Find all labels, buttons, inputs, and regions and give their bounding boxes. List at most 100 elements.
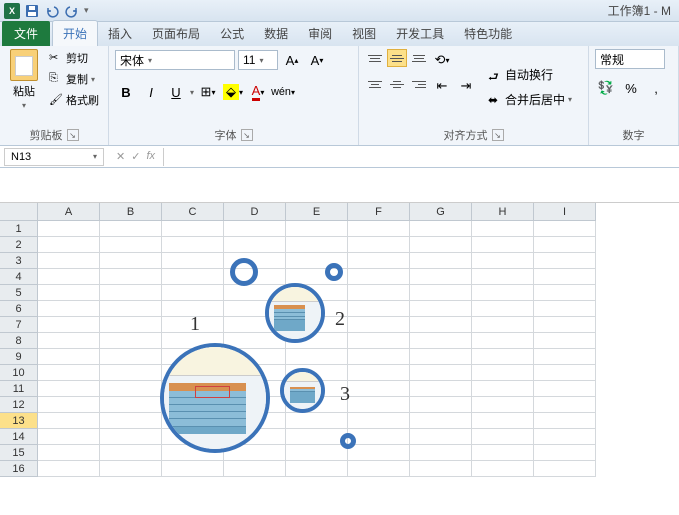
cell[interactable] xyxy=(100,285,162,301)
cell[interactable] xyxy=(162,269,224,285)
formula-input[interactable] xyxy=(163,148,679,166)
cell[interactable] xyxy=(38,221,100,237)
col-header[interactable]: I xyxy=(534,203,596,221)
tab-developer[interactable]: 开发工具 xyxy=(386,21,454,46)
cell[interactable] xyxy=(534,381,596,397)
cell[interactable] xyxy=(162,461,224,477)
increase-indent-button[interactable]: ⇥ xyxy=(455,75,477,97)
cell[interactable] xyxy=(286,461,348,477)
undo-icon[interactable] xyxy=(44,3,60,19)
cell[interactable] xyxy=(100,381,162,397)
cell[interactable] xyxy=(534,253,596,269)
font-color-button[interactable]: A▾ xyxy=(247,81,269,103)
spreadsheet-grid[interactable]: A B C D E F G H I 1234567891011121314151… xyxy=(0,203,679,477)
cell[interactable] xyxy=(162,445,224,461)
align-bottom-button[interactable] xyxy=(409,49,429,67)
cell[interactable] xyxy=(38,317,100,333)
tab-home[interactable]: 开始 xyxy=(52,20,98,46)
cell[interactable] xyxy=(286,413,348,429)
cell[interactable] xyxy=(410,413,472,429)
cell[interactable] xyxy=(100,221,162,237)
cell[interactable] xyxy=(410,221,472,237)
cell[interactable] xyxy=(348,461,410,477)
row-header[interactable]: 12 xyxy=(0,397,38,413)
cell[interactable] xyxy=(100,301,162,317)
tab-review[interactable]: 审阅 xyxy=(298,21,342,46)
cell[interactable] xyxy=(162,285,224,301)
col-header[interactable]: A xyxy=(38,203,100,221)
cell[interactable] xyxy=(100,237,162,253)
row-header[interactable]: 1 xyxy=(0,221,38,237)
cell[interactable] xyxy=(38,269,100,285)
cell[interactable] xyxy=(224,221,286,237)
cell[interactable] xyxy=(410,253,472,269)
cell[interactable] xyxy=(286,445,348,461)
cell[interactable] xyxy=(472,221,534,237)
cell[interactable] xyxy=(534,269,596,285)
cell[interactable] xyxy=(348,429,410,445)
font-size-combo[interactable]: 11▾ xyxy=(238,50,278,70)
cell[interactable] xyxy=(410,445,472,461)
cell[interactable] xyxy=(534,461,596,477)
cell[interactable] xyxy=(38,413,100,429)
cell[interactable] xyxy=(286,221,348,237)
border-button[interactable]: ⊞▾ xyxy=(197,81,219,103)
col-header[interactable]: E xyxy=(286,203,348,221)
cell[interactable] xyxy=(224,269,286,285)
number-format-combo[interactable]: 常规 xyxy=(595,49,665,69)
tab-formulas[interactable]: 公式 xyxy=(210,21,254,46)
cell[interactable] xyxy=(38,381,100,397)
row-header[interactable]: 11 xyxy=(0,381,38,397)
align-right-button[interactable] xyxy=(409,75,429,93)
cell[interactable] xyxy=(410,333,472,349)
cell[interactable] xyxy=(38,285,100,301)
cell[interactable] xyxy=(224,349,286,365)
alignment-launcher[interactable]: ↘ xyxy=(492,129,504,141)
italic-button[interactable]: I xyxy=(140,81,162,103)
cell[interactable] xyxy=(100,269,162,285)
cell[interactable] xyxy=(472,237,534,253)
cell[interactable] xyxy=(224,381,286,397)
col-header[interactable]: H xyxy=(472,203,534,221)
cell[interactable] xyxy=(38,349,100,365)
cell[interactable] xyxy=(348,381,410,397)
cell[interactable] xyxy=(286,237,348,253)
align-middle-button[interactable] xyxy=(387,49,407,67)
cell[interactable] xyxy=(472,397,534,413)
col-header[interactable]: G xyxy=(410,203,472,221)
cell[interactable] xyxy=(348,349,410,365)
cell[interactable] xyxy=(534,301,596,317)
cell[interactable] xyxy=(286,397,348,413)
bold-button[interactable]: B xyxy=(115,81,137,103)
orientation-button[interactable]: ⟲▾ xyxy=(431,49,453,71)
cell[interactable] xyxy=(534,365,596,381)
cell[interactable] xyxy=(38,397,100,413)
cell[interactable] xyxy=(100,461,162,477)
tab-data[interactable]: 数据 xyxy=(254,21,298,46)
cell[interactable] xyxy=(100,317,162,333)
row-header[interactable]: 2 xyxy=(0,237,38,253)
cell[interactable] xyxy=(286,317,348,333)
cell[interactable] xyxy=(224,429,286,445)
cell[interactable] xyxy=(534,221,596,237)
cell[interactable] xyxy=(162,333,224,349)
cell[interactable] xyxy=(410,381,472,397)
cell[interactable] xyxy=(534,317,596,333)
comma-button[interactable]: , xyxy=(645,77,667,99)
clipboard-launcher[interactable]: ↘ xyxy=(67,129,79,141)
row-header[interactable]: 10 xyxy=(0,365,38,381)
cell[interactable] xyxy=(472,413,534,429)
cell[interactable] xyxy=(410,285,472,301)
copy-button[interactable]: ⎘复制▾ xyxy=(46,70,102,88)
cell[interactable] xyxy=(100,397,162,413)
cell[interactable] xyxy=(162,301,224,317)
cell[interactable] xyxy=(162,237,224,253)
cell[interactable] xyxy=(348,221,410,237)
cell[interactable] xyxy=(286,301,348,317)
accounting-format-button[interactable]: 💱 xyxy=(595,77,617,99)
cell[interactable] xyxy=(472,381,534,397)
cell[interactable] xyxy=(348,397,410,413)
cell[interactable] xyxy=(348,333,410,349)
select-all-corner[interactable] xyxy=(0,203,38,221)
cell[interactable] xyxy=(348,269,410,285)
